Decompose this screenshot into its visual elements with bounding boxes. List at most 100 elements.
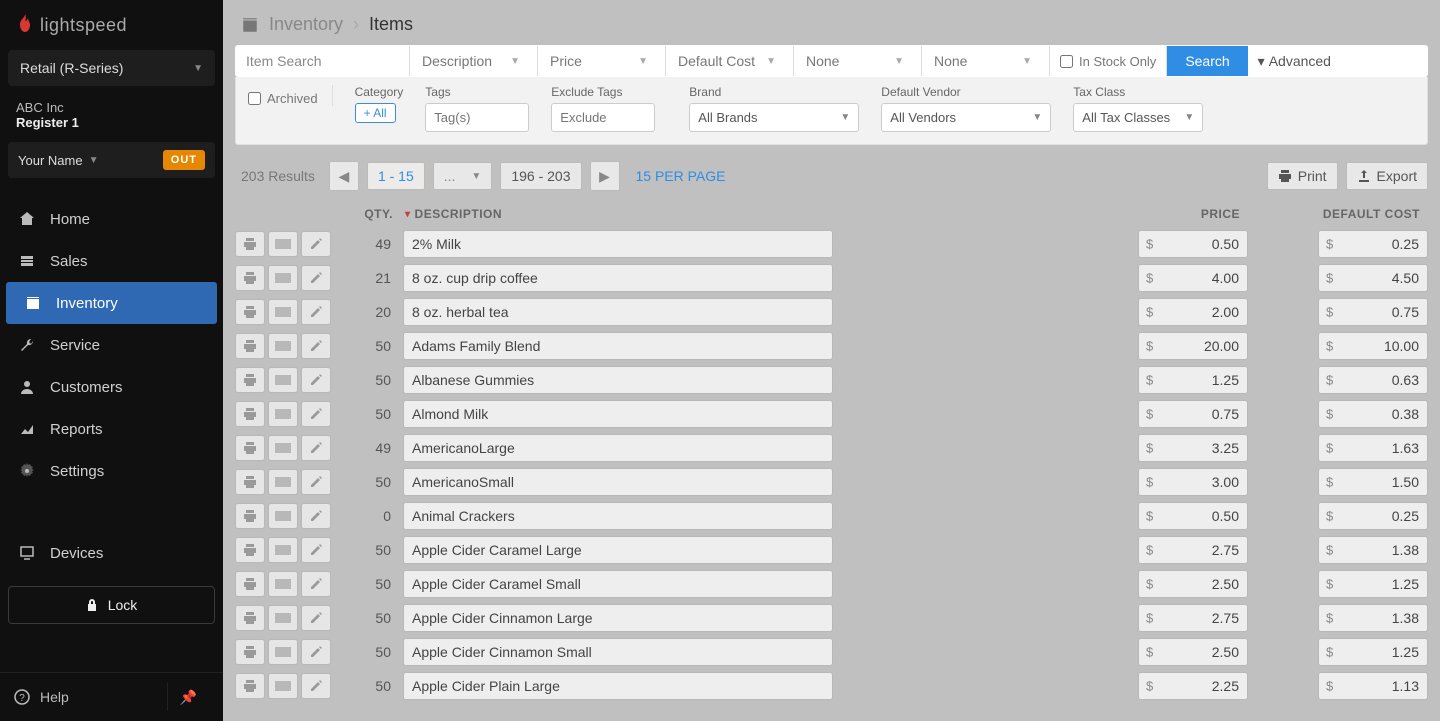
nav-sales[interactable]: Sales — [0, 240, 223, 282]
row-print-button[interactable] — [235, 639, 265, 665]
col-price[interactable]: PRICE — [1068, 207, 1248, 221]
row-barcode-button[interactable] — [268, 299, 298, 325]
category-all-chip[interactable]: + All — [355, 103, 396, 123]
row-print-button[interactable] — [235, 299, 265, 325]
archived-checkbox[interactable] — [248, 92, 261, 105]
item-search-input[interactable] — [236, 53, 409, 69]
search-button[interactable]: Search — [1167, 46, 1247, 76]
none2-select[interactable]: None▼ — [922, 53, 1042, 69]
row-barcode-button[interactable] — [268, 571, 298, 597]
none1-select[interactable]: None▼ — [794, 53, 914, 69]
nav-devices[interactable]: Devices — [0, 532, 223, 574]
default-cost-select[interactable]: Default Cost▼ — [666, 53, 786, 69]
row-print-button[interactable] — [235, 537, 265, 563]
row-description-input[interactable] — [403, 604, 833, 632]
row-barcode-button[interactable] — [268, 605, 298, 631]
row-price-input[interactable] — [1138, 672, 1248, 700]
row-price-input[interactable] — [1138, 468, 1248, 496]
row-barcode-button[interactable] — [268, 503, 298, 529]
breadcrumb-parent[interactable]: Inventory — [269, 14, 343, 35]
pager-prev-button[interactable]: ◀ — [329, 161, 359, 191]
row-cost-input[interactable] — [1318, 468, 1428, 496]
row-barcode-button[interactable] — [268, 639, 298, 665]
row-description-input[interactable] — [403, 332, 833, 360]
description-select[interactable]: Description▼ — [410, 53, 530, 69]
pager-pages-dropdown[interactable]: ...▼ — [433, 162, 493, 190]
row-description-input[interactable] — [403, 434, 833, 462]
row-price-input[interactable] — [1138, 536, 1248, 564]
row-barcode-button[interactable] — [268, 231, 298, 257]
row-barcode-button[interactable] — [268, 673, 298, 699]
row-barcode-button[interactable] — [268, 401, 298, 427]
row-description-input[interactable] — [403, 298, 833, 326]
row-barcode-button[interactable] — [268, 333, 298, 359]
per-page-link[interactable]: 15 PER PAGE — [636, 168, 726, 184]
row-cost-input[interactable] — [1318, 230, 1428, 258]
advanced-toggle[interactable]: ▾ Advanced — [1248, 46, 1345, 76]
row-description-input[interactable] — [403, 570, 833, 598]
row-description-input[interactable] — [403, 230, 833, 258]
row-price-input[interactable] — [1138, 400, 1248, 428]
row-edit-button[interactable] — [301, 503, 331, 529]
nav-reports[interactable]: Reports — [0, 408, 223, 450]
row-edit-button[interactable] — [301, 537, 331, 563]
row-cost-input[interactable] — [1318, 570, 1428, 598]
row-cost-input[interactable] — [1318, 434, 1428, 462]
row-description-input[interactable] — [403, 502, 833, 530]
row-description-input[interactable] — [403, 400, 833, 428]
row-cost-input[interactable] — [1318, 400, 1428, 428]
row-edit-button[interactable] — [301, 367, 331, 393]
row-edit-button[interactable] — [301, 605, 331, 631]
row-edit-button[interactable] — [301, 469, 331, 495]
row-print-button[interactable] — [235, 571, 265, 597]
row-edit-button[interactable] — [301, 435, 331, 461]
nav-settings[interactable]: Settings — [0, 450, 223, 492]
tags-input[interactable] — [425, 103, 529, 132]
pager-last-range[interactable]: 196 - 203 — [500, 162, 581, 190]
row-print-button[interactable] — [235, 469, 265, 495]
row-price-input[interactable] — [1138, 298, 1248, 326]
nav-inventory[interactable]: Inventory — [6, 282, 217, 324]
row-cost-input[interactable] — [1318, 672, 1428, 700]
row-cost-input[interactable] — [1318, 536, 1428, 564]
row-cost-input[interactable] — [1318, 298, 1428, 326]
row-price-input[interactable] — [1138, 502, 1248, 530]
nav-customers[interactable]: Customers — [0, 366, 223, 408]
row-cost-input[interactable] — [1318, 332, 1428, 360]
row-print-button[interactable] — [235, 401, 265, 427]
pager-current-range[interactable]: 1 - 15 — [367, 162, 425, 190]
row-cost-input[interactable] — [1318, 264, 1428, 292]
row-edit-button[interactable] — [301, 231, 331, 257]
row-barcode-button[interactable] — [268, 469, 298, 495]
vendor-select[interactable]: All Vendors▼ — [881, 103, 1051, 132]
row-edit-button[interactable] — [301, 333, 331, 359]
col-cost[interactable]: DEFAULT COST — [1248, 207, 1428, 221]
row-print-button[interactable] — [235, 265, 265, 291]
row-print-button[interactable] — [235, 673, 265, 699]
row-barcode-button[interactable] — [268, 367, 298, 393]
series-select[interactable]: Retail (R-Series) ▼ — [8, 50, 215, 86]
row-price-input[interactable] — [1138, 604, 1248, 632]
row-edit-button[interactable] — [301, 299, 331, 325]
row-price-input[interactable] — [1138, 570, 1248, 598]
user-row[interactable]: Your Name ▼ OUT — [8, 142, 215, 178]
row-cost-input[interactable] — [1318, 638, 1428, 666]
row-edit-button[interactable] — [301, 673, 331, 699]
row-cost-input[interactable] — [1318, 604, 1428, 632]
tax-class-select[interactable]: All Tax Classes▼ — [1073, 103, 1203, 132]
row-edit-button[interactable] — [301, 639, 331, 665]
col-qty[interactable]: QTY. — [343, 207, 399, 221]
row-print-button[interactable] — [235, 367, 265, 393]
exclude-tags-input[interactable] — [551, 103, 655, 132]
row-description-input[interactable] — [403, 468, 833, 496]
price-select[interactable]: Price▼ — [538, 53, 658, 69]
row-cost-input[interactable] — [1318, 366, 1428, 394]
row-print-button[interactable] — [235, 503, 265, 529]
pager-next-button[interactable]: ▶ — [590, 161, 620, 191]
col-description[interactable]: ▾ DESCRIPTION — [399, 207, 1068, 221]
out-badge[interactable]: OUT — [163, 150, 205, 170]
row-price-input[interactable] — [1138, 434, 1248, 462]
row-cost-input[interactable] — [1318, 502, 1428, 530]
export-button[interactable]: Export — [1346, 162, 1428, 190]
row-print-button[interactable] — [235, 231, 265, 257]
